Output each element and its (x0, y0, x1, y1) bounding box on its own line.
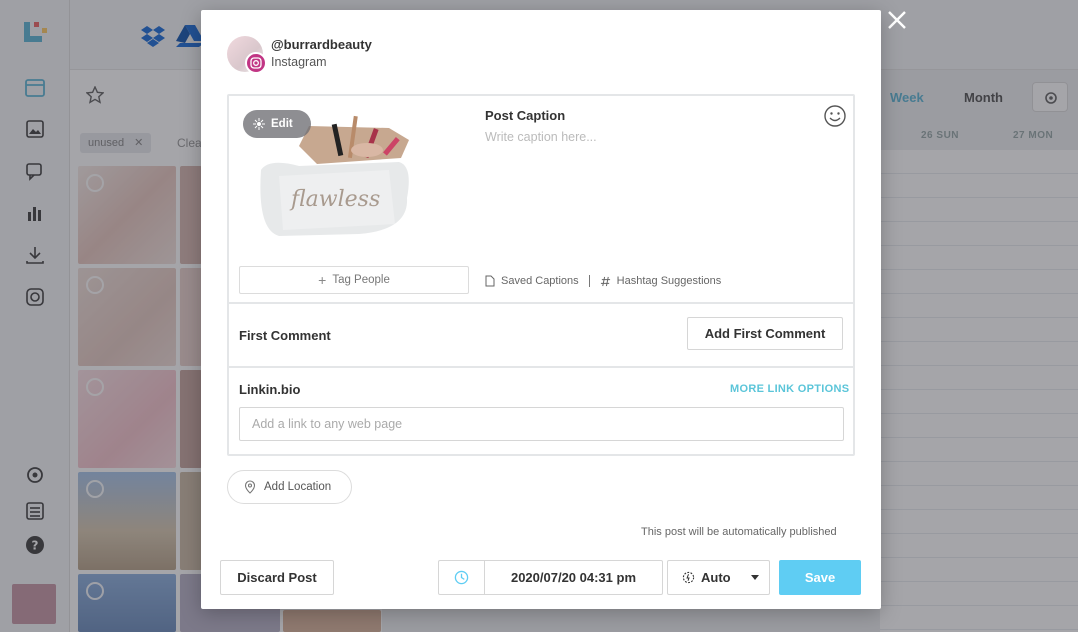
caption-label: Post Caption (485, 108, 566, 123)
auto-publish-note: This post will be automatically publishe… (641, 526, 837, 538)
add-location-button[interactable]: Add Location (227, 470, 352, 504)
hashtag-icon (600, 276, 610, 286)
publish-mode-select[interactable]: Auto (667, 560, 770, 595)
account-network: Instagram (271, 55, 327, 69)
discard-post-button[interactable]: Discard Post (220, 560, 334, 595)
tag-people-button[interactable]: + Tag People (239, 266, 469, 294)
caption-input[interactable] (485, 130, 815, 144)
post-media-preview[interactable]: flawless Edit (239, 106, 425, 242)
auto-publish-icon (682, 571, 695, 584)
emoji-icon[interactable] (823, 104, 847, 128)
clock-icon[interactable] (439, 561, 485, 594)
account-handle: @burrardbeauty (271, 37, 372, 52)
tag-people-label: Tag People (332, 274, 390, 286)
save-button[interactable]: Save (779, 560, 861, 595)
plus-icon: + (318, 272, 327, 288)
edit-media-button[interactable]: Edit (243, 110, 311, 138)
post-content-box: flawless Edit + Tag People Post Caption … (227, 94, 855, 456)
instagram-icon (245, 52, 267, 74)
divider (229, 366, 853, 368)
close-icon[interactable] (885, 8, 909, 32)
linkinbio-label: Linkin.bio (239, 382, 301, 397)
location-pin-icon (244, 480, 256, 494)
post-editor-modal: @burrardbeauty Instagram flawless Edit +… (201, 10, 881, 609)
schedule-datetime-picker[interactable]: 2020/07/20 04:31 pm (438, 560, 663, 595)
publish-mode-value: Auto (701, 570, 731, 585)
saved-captions-link[interactable]: Saved Captions (501, 275, 579, 287)
link-input[interactable] (239, 407, 844, 441)
first-comment-label: First Comment (239, 328, 331, 343)
hashtag-suggestions-link[interactable]: Hashtag Suggestions (617, 275, 722, 287)
add-first-comment-button[interactable]: Add First Comment (687, 317, 843, 350)
sparkle-icon (253, 118, 265, 130)
add-location-label: Add Location (264, 481, 332, 493)
edit-label: Edit (271, 118, 293, 130)
more-link-options-link[interactable]: MORE LINK OPTIONS (730, 383, 849, 395)
chevron-down-icon (751, 575, 759, 580)
schedule-datetime[interactable]: 2020/07/20 04:31 pm (485, 561, 662, 594)
document-icon (485, 275, 495, 287)
divider (229, 302, 853, 304)
caption-tools: Saved Captions Hashtag Suggestions (485, 275, 721, 287)
artwork-text: flawless (289, 187, 380, 212)
